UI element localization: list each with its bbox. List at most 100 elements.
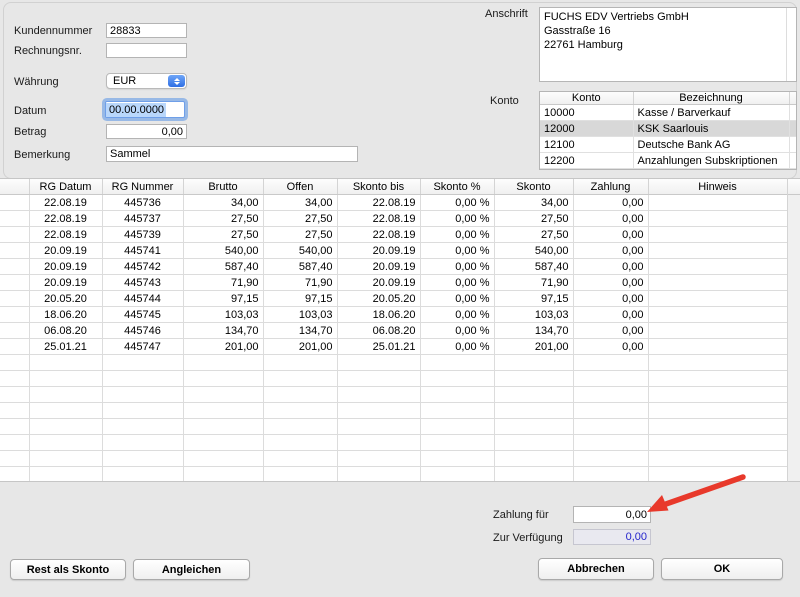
invoice-row[interactable]: 18.06.20445745103,03103,0318.06.200,00 %… — [0, 307, 787, 323]
invoice-row[interactable]: 20.05.2044574497,1597,1520.05.200,00 %97… — [0, 291, 787, 307]
invoice-cell — [648, 387, 787, 403]
invoice-row[interactable]: 20.09.19445742587,40587,4020.09.190,00 %… — [0, 259, 787, 275]
invoice-empty-row[interactable] — [0, 451, 787, 467]
abbrechen-button[interactable]: Abbrechen — [538, 558, 654, 580]
invoice-cell: 22.08.19 — [337, 195, 420, 211]
invoice-cell: 34,00 — [263, 195, 337, 211]
anschrift-textarea[interactable]: FUCHS EDV Vertriebs GmbH Gasstraße 16 22… — [539, 7, 797, 82]
invoice-cell — [102, 419, 183, 435]
invoice-row[interactable]: 22.08.1944573927,5027,5022.08.190,00 %27… — [0, 227, 787, 243]
invoice-cell — [648, 451, 787, 467]
invoice-cell: 22.08.19 — [337, 211, 420, 227]
invoice-col-header[interactable]: Brutto — [183, 179, 263, 195]
anschrift-line: 22761 Hamburg — [544, 38, 784, 52]
konto-cell: Kasse / Barverkauf — [633, 105, 789, 121]
konto-row[interactable]: 10000Kasse / Barverkauf — [540, 105, 797, 121]
invoice-cell — [648, 339, 787, 355]
invoice-cell — [573, 435, 648, 451]
ok-button[interactable]: OK — [661, 558, 783, 580]
invoice-empty-row[interactable] — [0, 403, 787, 419]
invoice-cell: 445744 — [102, 291, 183, 307]
invoice-col-header[interactable]: Skonto — [494, 179, 573, 195]
invoice-empty-row[interactable] — [0, 467, 787, 483]
bemerkung-field[interactable]: Sammel — [106, 146, 358, 162]
invoice-empty-row[interactable] — [0, 387, 787, 403]
marker-cell — [0, 435, 29, 451]
invoice-cell: 540,00 — [183, 243, 263, 259]
invoice-empty-row[interactable] — [0, 355, 787, 371]
invoice-cell — [263, 355, 337, 371]
zahlung-fuer-field[interactable]: 0,00 — [573, 506, 651, 523]
invoice-col-header[interactable]: Skonto % — [420, 179, 494, 195]
invoice-cell: 71,90 — [183, 275, 263, 291]
konto-row[interactable]: 12000KSK Saarlouis — [540, 121, 797, 137]
invoice-row[interactable]: 20.09.19445741540,00540,0020.09.190,00 %… — [0, 243, 787, 259]
invoice-table-scrollbar[interactable] — [787, 178, 800, 482]
kundennummer-field[interactable]: 28833 — [106, 23, 187, 38]
invoice-cell — [102, 387, 183, 403]
invoice-row[interactable]: 20.09.1944574371,9071,9020.09.190,00 %71… — [0, 275, 787, 291]
invoice-cell — [183, 387, 263, 403]
konto-col-header[interactable]: Konto — [540, 92, 633, 105]
invoice-cell: 0,00 — [573, 323, 648, 339]
invoice-col-header[interactable]: Zahlung — [573, 179, 648, 195]
invoice-cell — [420, 355, 494, 371]
invoice-cell — [337, 371, 420, 387]
invoice-col-header[interactable]: RG Nummer — [102, 179, 183, 195]
invoice-cell — [420, 451, 494, 467]
invoice-col-header[interactable]: Hinweis — [648, 179, 787, 195]
invoice-cell: 445739 — [102, 227, 183, 243]
anschrift-scrollbar[interactable] — [786, 8, 796, 81]
waehrung-select[interactable]: EUR — [106, 73, 187, 89]
rechnungsnr-field[interactable] — [106, 43, 187, 58]
invoice-cell — [648, 259, 787, 275]
betrag-field[interactable]: 0,00 — [106, 124, 187, 139]
invoice-row[interactable]: 22.08.1944573727,5027,5022.08.190,00 %27… — [0, 211, 787, 227]
invoice-row[interactable]: 22.08.1944573634,0034,0022.08.190,00 %34… — [0, 195, 787, 211]
invoice-row[interactable]: 25.01.21445747201,00201,0025.01.210,00 %… — [0, 339, 787, 355]
invoice-cell: 445737 — [102, 211, 183, 227]
angleichen-button[interactable]: Angleichen — [133, 559, 250, 580]
invoice-col-header[interactable]: RG Datum — [29, 179, 102, 195]
invoice-cell: 0,00 % — [420, 195, 494, 211]
invoice-cell: 587,40 — [263, 259, 337, 275]
invoice-cell: 97,15 — [494, 291, 573, 307]
invoice-empty-row[interactable] — [0, 371, 787, 387]
invoice-cell — [29, 419, 102, 435]
invoice-empty-row[interactable] — [0, 435, 787, 451]
marker-cell — [0, 227, 29, 243]
invoice-cell: 0,00 — [573, 227, 648, 243]
invoice-col-header[interactable]: Skonto bis — [337, 179, 420, 195]
invoice-cell — [494, 451, 573, 467]
invoice-cell: 18.06.20 — [337, 307, 420, 323]
bezeichnung-col-header[interactable]: Bezeichnung — [633, 92, 789, 105]
konto-row[interactable]: 12200Anzahlungen Subskriptionen — [540, 153, 797, 169]
marker-cell — [0, 403, 29, 419]
invoice-cell: 540,00 — [263, 243, 337, 259]
invoice-cell: 27,50 — [183, 211, 263, 227]
invoice-cell — [183, 435, 263, 451]
invoice-cell — [420, 419, 494, 435]
invoice-cell: 0,00 — [573, 195, 648, 211]
konto-label: Konto — [490, 95, 519, 107]
invoice-cell — [494, 387, 573, 403]
invoice-cell — [494, 419, 573, 435]
invoice-cell — [494, 403, 573, 419]
invoice-cell — [573, 371, 648, 387]
marker-cell — [0, 451, 29, 467]
konto-cell — [789, 105, 797, 121]
datum-field[interactable]: 00.00.0000 — [105, 101, 185, 118]
marker-cell — [0, 371, 29, 387]
invoice-cell: 445741 — [102, 243, 183, 259]
invoice-cell: 0,00 % — [420, 275, 494, 291]
invoice-col-header[interactable]: Offen — [263, 179, 337, 195]
invoice-empty-row[interactable] — [0, 419, 787, 435]
rest-als-skonto-button[interactable]: Rest als Skonto — [10, 559, 126, 580]
invoice-cell — [420, 403, 494, 419]
invoice-cell — [648, 195, 787, 211]
konto-row[interactable]: 12100Deutsche Bank AG — [540, 137, 797, 153]
invoice-row[interactable]: 06.08.20445746134,70134,7006.08.200,00 %… — [0, 323, 787, 339]
zur-verfuegung-field: 0,00 — [573, 529, 651, 545]
invoice-cell: 71,90 — [494, 275, 573, 291]
zur-verfuegung-label: Zur Verfügung — [493, 532, 563, 544]
